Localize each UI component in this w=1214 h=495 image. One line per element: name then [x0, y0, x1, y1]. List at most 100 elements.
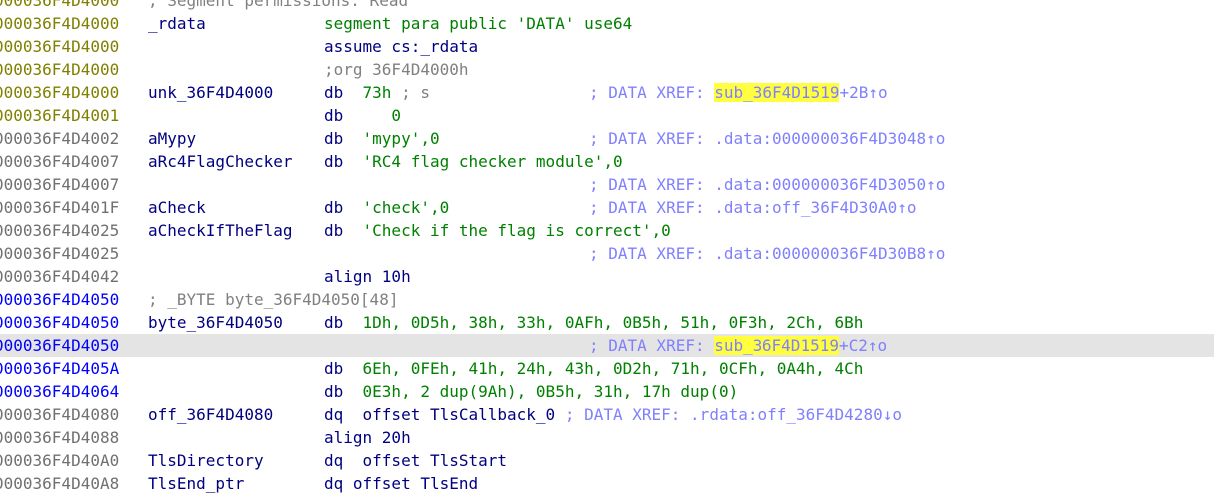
listing-line[interactable]: 000036F4D4050 byte_36F4D4050 db 1Dh, 0D5h,…	[0, 311, 1214, 334]
listing-line[interactable]: 000036F4D4007 ; DATA XREF: .data:00000003…	[0, 173, 1214, 196]
offset-operand[interactable]: offset TlsCallback_0	[363, 405, 556, 424]
opcode: db	[324, 106, 344, 125]
opcode: db	[324, 382, 344, 401]
listing-line[interactable]: 000036F4D4000 _rdata segment para public '…	[0, 12, 1214, 35]
listing-line[interactable]: 000036F4D4000 unk_36F4D4000 db 73h ; s ; DA…	[0, 81, 1214, 104]
address-label[interactable]: 000036F4D4025	[0, 242, 119, 265]
listing-line[interactable]: 000036F4D4080 off_36F4D4080 dq offset TlsC…	[0, 403, 1214, 426]
address-label[interactable]: 000036F4D4000	[0, 0, 119, 12]
address-label[interactable]: 000036F4D4050	[0, 334, 119, 357]
xref-prefix: ; DATA XREF: .data:000000036F4D30B8↑o	[589, 244, 946, 263]
address-label[interactable]: 000036F4D4080	[0, 403, 119, 426]
listing-line[interactable]: 000036F4D4025 ; DATA XREF: .data:00000003…	[0, 242, 1214, 265]
instruction[interactable]: db 6Eh, 0FEh, 41h, 24h, 43h, 0D2h, 71h, …	[324, 357, 863, 380]
opcode: db	[324, 152, 344, 171]
instruction[interactable]: db 0	[324, 104, 401, 127]
listing-line[interactable]: 000036F4D4050 ; DATA XREF: sub_36F4D1519+…	[0, 334, 1214, 357]
xref-comment[interactable]: ; DATA XREF: sub_36F4D1519+2B↑o	[589, 81, 888, 104]
type-comment: ; _BYTE byte_36F4D4050[48]	[148, 290, 399, 309]
string-terminator: ,0	[603, 152, 623, 171]
instruction[interactable]: db 'check',0	[324, 196, 449, 219]
address-label[interactable]: 000036F4D401F	[0, 196, 119, 219]
address-label[interactable]: 000036F4D4001	[0, 104, 119, 127]
xref-comment[interactable]: ; DATA XREF: .data:000000036F4D30B8↑o	[589, 242, 945, 265]
listing-line[interactable]: 000036F4D405A db 6Eh, 0FEh, 41h, 24h, 43h…	[0, 357, 1214, 380]
address-label[interactable]: 000036F4D4088	[0, 426, 119, 449]
instruction[interactable]: dq offset TlsCallback_0 ; DATA XREF: .rd…	[324, 403, 902, 426]
operand-value: 1Dh, 0D5h, 38h, 33h, 0AFh, 0B5h, 51h, 0F…	[362, 313, 864, 332]
address-label[interactable]: 000036F4D4007	[0, 173, 119, 196]
symbol-name[interactable]: byte_36F4D4050	[148, 311, 283, 334]
xref-prefix: ; DATA XREF: .data:off_36F4D30A0↑o	[589, 198, 917, 217]
listing-line[interactable]: 000036F4D401F aCheck db 'check',0 ; DATA XR…	[0, 196, 1214, 219]
operand-value: 6Eh, 0FEh, 41h, 24h, 43h, 0D2h, 71h, 0CF…	[362, 359, 864, 378]
segment-comment: ; Segment permissions: Read	[148, 0, 409, 10]
listing-line[interactable]: 000036F4D4050 ; _BYTE byte_36F4D4050[48]	[0, 288, 1214, 311]
symbol-name[interactable]: aRc4FlagChecker	[148, 150, 293, 173]
symbol-name[interactable]: aMypy	[148, 127, 196, 150]
listing-line[interactable]: 000036F4D4064 db 0E3h, 2 dup(9Ah), 0B5h, …	[0, 380, 1214, 403]
instruction[interactable]: db 1Dh, 0D5h, 38h, 33h, 0AFh, 0B5h, 51h,…	[324, 311, 863, 334]
instruction[interactable]: db 'Check if the flag is correct',0	[324, 219, 671, 242]
instruction[interactable]: dq offset TlsEnd	[324, 472, 478, 495]
address-label[interactable]: 000036F4D4025	[0, 219, 119, 242]
xref-comment[interactable]: ; DATA XREF: sub_36F4D1519+C2↑o	[589, 334, 887, 357]
listing-line[interactable]: 000036F4D4042 align 10h	[0, 265, 1214, 288]
listing-line[interactable]: 000036F4D4000 assume cs:_rdata	[0, 35, 1214, 58]
instruction[interactable]: db 73h ; s	[324, 81, 430, 104]
instruction[interactable]: dq offset TlsStart	[324, 449, 507, 472]
symbol-name[interactable]: unk_36F4D4000	[148, 81, 273, 104]
listing-line[interactable]: 000036F4D4002 aMypy db 'mypy',0 ; DATA XREF…	[0, 127, 1214, 150]
instruction[interactable]: db 0E3h, 2 dup(9Ah), 0B5h, 31h, 17h dup(…	[324, 380, 738, 403]
address-label[interactable]: 000036F4D40A0	[0, 449, 119, 472]
symbol-name[interactable]: off_36F4D4080	[148, 403, 273, 426]
xref-comment[interactable]: ; DATA XREF: .data:000000036F4D3048↑o	[589, 127, 945, 150]
address-label[interactable]: 000036F4D4050	[0, 288, 119, 311]
listing-line[interactable]: 000036F4D4001 db 0	[0, 104, 1214, 127]
address-label[interactable]: 000036F4D40A8	[0, 472, 119, 495]
string-terminator: ,0	[651, 221, 671, 240]
instruction[interactable]: db 'RC4 flag checker module',0	[324, 150, 623, 173]
listing-line[interactable]: 000036F4D4000 ;org 36F4D4000h	[0, 58, 1214, 81]
address-label[interactable]: 000036F4D4000	[0, 58, 119, 81]
address-label[interactable]: 000036F4D4000	[0, 81, 119, 104]
directive: segment para public 'DATA' use64	[324, 14, 633, 33]
address-label[interactable]: 000036F4D4007	[0, 150, 119, 173]
symbol-name[interactable]: TlsDirectory	[148, 449, 264, 472]
symbol-name[interactable]: TlsEnd_ptr	[148, 472, 244, 495]
operand-value: 73h	[362, 83, 392, 102]
instruction[interactable]: db 'mypy',0	[324, 127, 440, 150]
listing-line[interactable]: 000036F4D40A0 TlsDirectory dq offset TlsSt…	[0, 449, 1214, 472]
xref-target-link[interactable]: sub_36F4D1519	[714, 83, 840, 102]
listing-line-partial[interactable]: 000036F4D4000 ; Segment permissions: Read	[0, 0, 1214, 12]
opcode: db	[324, 198, 344, 217]
address-label[interactable]: 000036F4D4000	[0, 35, 119, 58]
disassembly-listing[interactable]: 000036F4D4000 ; Segment permissions: Read…	[0, 0, 1214, 493]
xref-suffix: +2B↑o	[839, 83, 888, 102]
symbol-name[interactable]: aCheckIfTheFlag	[148, 219, 293, 242]
xref-comment[interactable]: ; DATA XREF: .data:000000036F4D3050↑o	[589, 173, 945, 196]
xref-suffix: +C2↑o	[838, 336, 888, 355]
listing-line-partial[interactable]: 000036F4D40A8 TlsEnd_ptr dq offset TlsEnd	[0, 472, 1214, 495]
address-label[interactable]: 000036F4D4064	[0, 380, 119, 403]
xref-target-link-part1[interactable]: sub_3	[714, 336, 763, 355]
symbol-name[interactable]: _rdata	[148, 12, 206, 35]
symbol-name[interactable]: aCheck	[148, 196, 206, 219]
string-literal: 'Check if the flag is correct'	[362, 221, 652, 240]
listing-line[interactable]: 000036F4D4088 align 20h	[0, 426, 1214, 449]
address-label[interactable]: 000036F4D4000	[0, 12, 119, 35]
address-label[interactable]: 000036F4D4050	[0, 311, 119, 334]
xref-target-link-part2[interactable]: 6F4D1519	[761, 336, 839, 355]
listing-line[interactable]: 000036F4D4025 aCheckIfTheFlag db 'Check if…	[0, 219, 1214, 242]
address-label[interactable]: 000036F4D4042	[0, 265, 119, 288]
listing-line[interactable]: 000036F4D4007 aRc4FlagChecker db 'RC4 flag…	[0, 150, 1214, 173]
address-label[interactable]: 000036F4D405A	[0, 357, 119, 380]
xref-comment[interactable]: ; DATA XREF: .rdata:off_36F4D4280↓o	[555, 405, 902, 424]
string-literal: 'check'	[362, 198, 430, 217]
directive: align 20h	[324, 428, 411, 447]
operand-value: 0	[362, 106, 402, 125]
operand-value: 0E3h, 2 dup(9Ah), 0B5h, 31h, 17h dup(0)	[362, 382, 739, 401]
xref-comment[interactable]: ; DATA XREF: .data:off_36F4D30A0↑o	[589, 196, 917, 219]
offset-operand[interactable]: offset TlsStart	[363, 451, 508, 470]
address-label[interactable]: 000036F4D4002	[0, 127, 119, 150]
